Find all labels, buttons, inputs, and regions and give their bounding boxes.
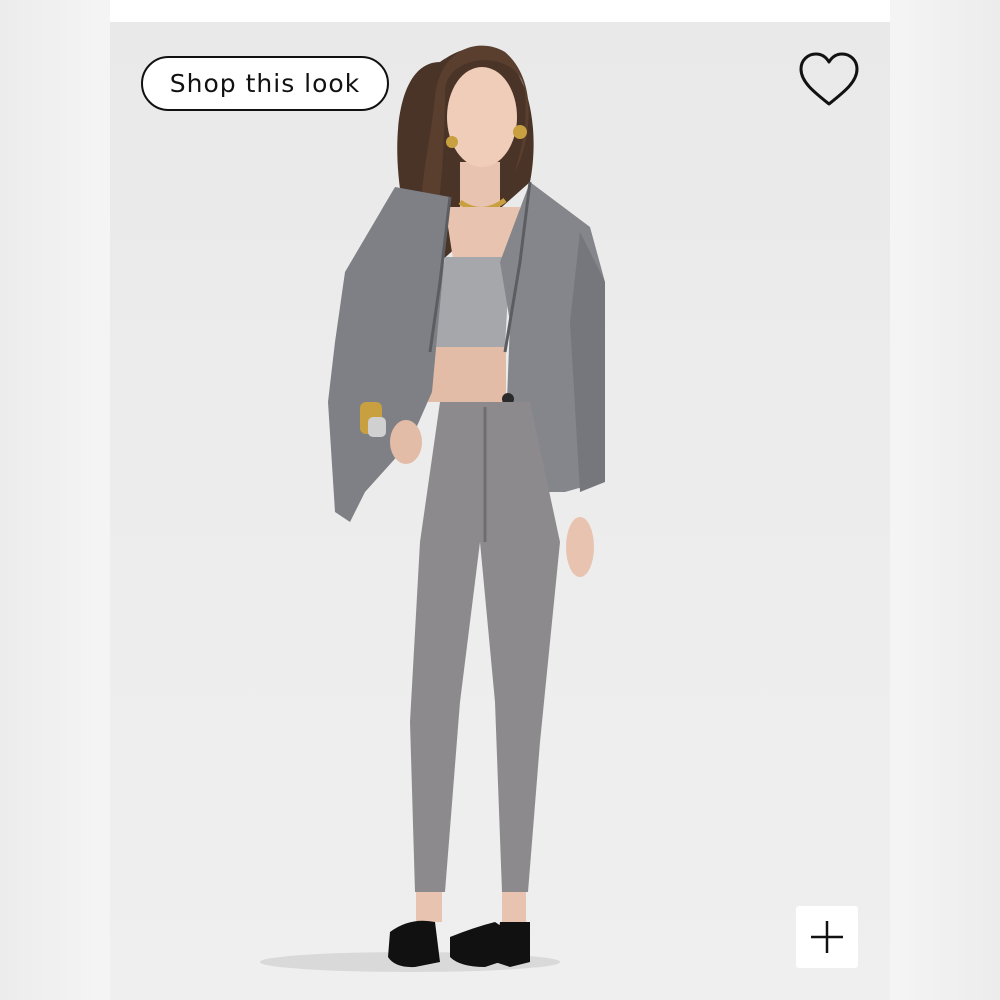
model-photo [260, 45, 605, 972]
product-image-viewer: Shop this look [0, 0, 1000, 1000]
shop-this-look-label: Shop this look [169, 69, 361, 98]
plus-icon [811, 921, 843, 953]
heart-outline-icon[interactable] [796, 50, 862, 110]
product-photo-card: Shop this look [110, 22, 890, 1000]
zoom-button[interactable] [796, 906, 858, 968]
shop-this-look-button[interactable]: Shop this look [141, 56, 389, 111]
top-strip [110, 0, 890, 22]
